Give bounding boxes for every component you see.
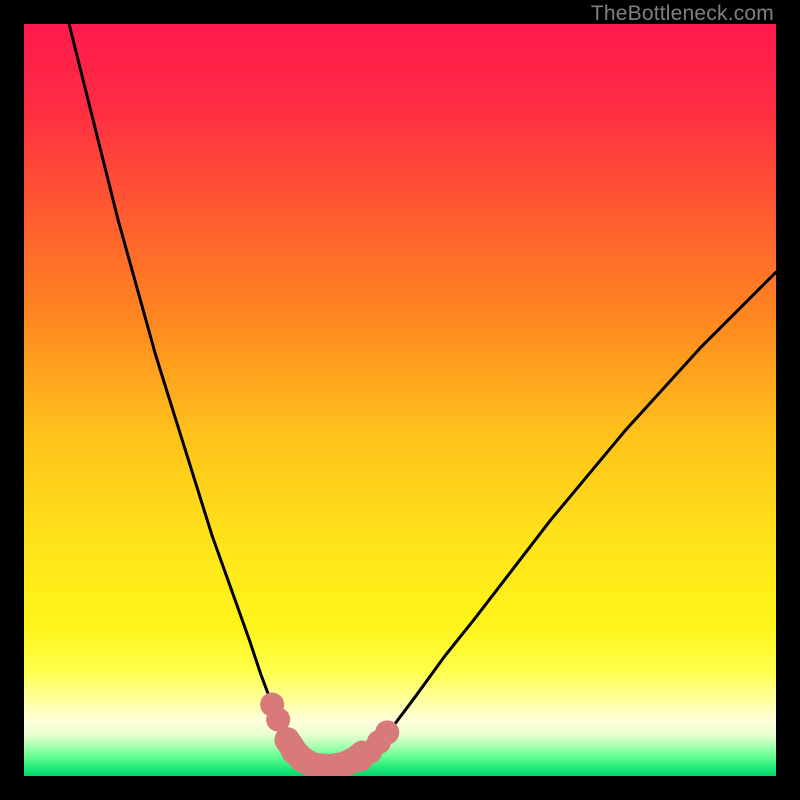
highlight-dot: [375, 720, 399, 744]
chart-frame: [24, 24, 776, 776]
watermark-text: TheBottleneck.com: [591, 2, 774, 26]
bottleneck-chart: [24, 24, 776, 776]
chart-background: [24, 24, 776, 776]
highlight-dot: [281, 740, 305, 764]
